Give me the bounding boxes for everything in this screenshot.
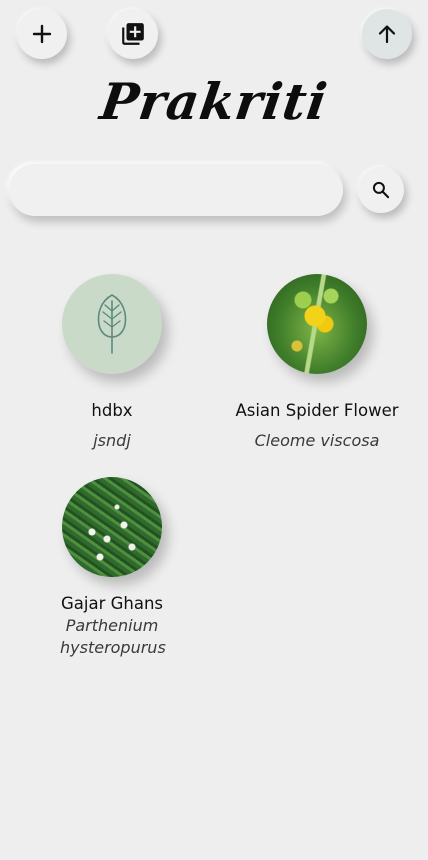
scroll-up-button[interactable] <box>362 9 412 59</box>
plant-scientific-name: Cleome viscosa <box>254 431 380 450</box>
app-screen: Prakriti hdbx jsndj Asian Spider Flower … <box>0 0 428 860</box>
plant-photo[interactable] <box>62 477 162 577</box>
plant-card[interactable]: Asian Spider Flower Cleome viscosa <box>217 274 417 452</box>
plant-photo[interactable] <box>267 274 367 374</box>
plant-name: hdbx <box>91 401 133 420</box>
library-add-icon <box>122 23 144 45</box>
arrow-up-icon <box>378 25 396 44</box>
plant-card[interactable]: hdbx jsndj <box>12 274 212 452</box>
plant-name: Asian Spider Flower <box>235 401 399 420</box>
plant-scientific-name: jsndj <box>93 431 131 450</box>
add-plant-button[interactable] <box>17 9 67 59</box>
plant-card[interactable]: Gajar Ghans Parthenium hysteropurus <box>12 477 212 659</box>
search-bar[interactable] <box>9 164 343 216</box>
leaf-icon <box>97 294 127 354</box>
search-icon <box>372 181 390 199</box>
library-add-button[interactable] <box>108 9 158 59</box>
plant-scientific-name: Parthenium hysteropurus <box>60 616 166 657</box>
plant-name: Gajar Ghans <box>60 594 164 613</box>
search-input[interactable] <box>9 164 343 216</box>
app-title: Prakriti <box>96 72 332 131</box>
plus-icon <box>32 24 52 44</box>
search-button[interactable] <box>358 167 404 213</box>
plant-thumbnail[interactable] <box>62 274 162 374</box>
